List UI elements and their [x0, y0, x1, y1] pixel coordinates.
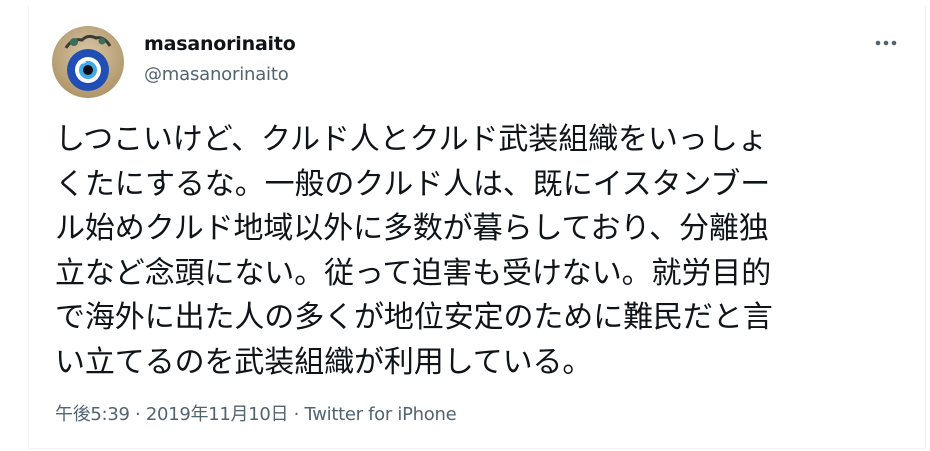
handle[interactable]: @masanorinaito: [144, 64, 289, 85]
tweet-text-line: くたにするな。一般のクルド人は、既にイスタンブー: [55, 166, 771, 202]
tweet-timestamp-date[interactable]: 2019年11月10日: [146, 404, 289, 425]
tweet-text-line: 立など念頭にない。従って迫害も受けない。就労目的: [55, 255, 772, 291]
tweet-meta: 午後5:39 · 2019年11月10日 · Twitter for iPhon…: [55, 400, 457, 426]
nazar-evil-eye-icon: [52, 26, 124, 98]
more-options-button[interactable]: [866, 28, 906, 58]
meta-separator: ·: [129, 404, 146, 425]
display-name[interactable]: masanorinaito: [144, 33, 296, 55]
tweet-text-line: で海外に出た人の多くが地位安定のために難民だと言: [55, 300, 773, 335]
tweet-timestamp-time[interactable]: 午後5:39: [55, 404, 130, 425]
meta-separator: ·: [288, 404, 305, 425]
tweet-source[interactable]: Twitter for iPhone: [304, 404, 456, 425]
tweet-text-line: い立てるのを武装組織が利用している。: [55, 344, 593, 380]
tweet-text: しつこいけど、クルド人とクルド武装組織をいっしょ くたにするな。一般のクルド人は…: [55, 118, 890, 385]
more-horizontal-icon: [875, 40, 897, 46]
tweet-text-line: しつこいけど、クルド人とクルド武装組織をいっしょ: [55, 122, 768, 157]
tweet-text-line: ル始めクルド地域以外に多数が暮らしており、分離独: [55, 211, 769, 246]
avatar[interactable]: [52, 26, 124, 98]
